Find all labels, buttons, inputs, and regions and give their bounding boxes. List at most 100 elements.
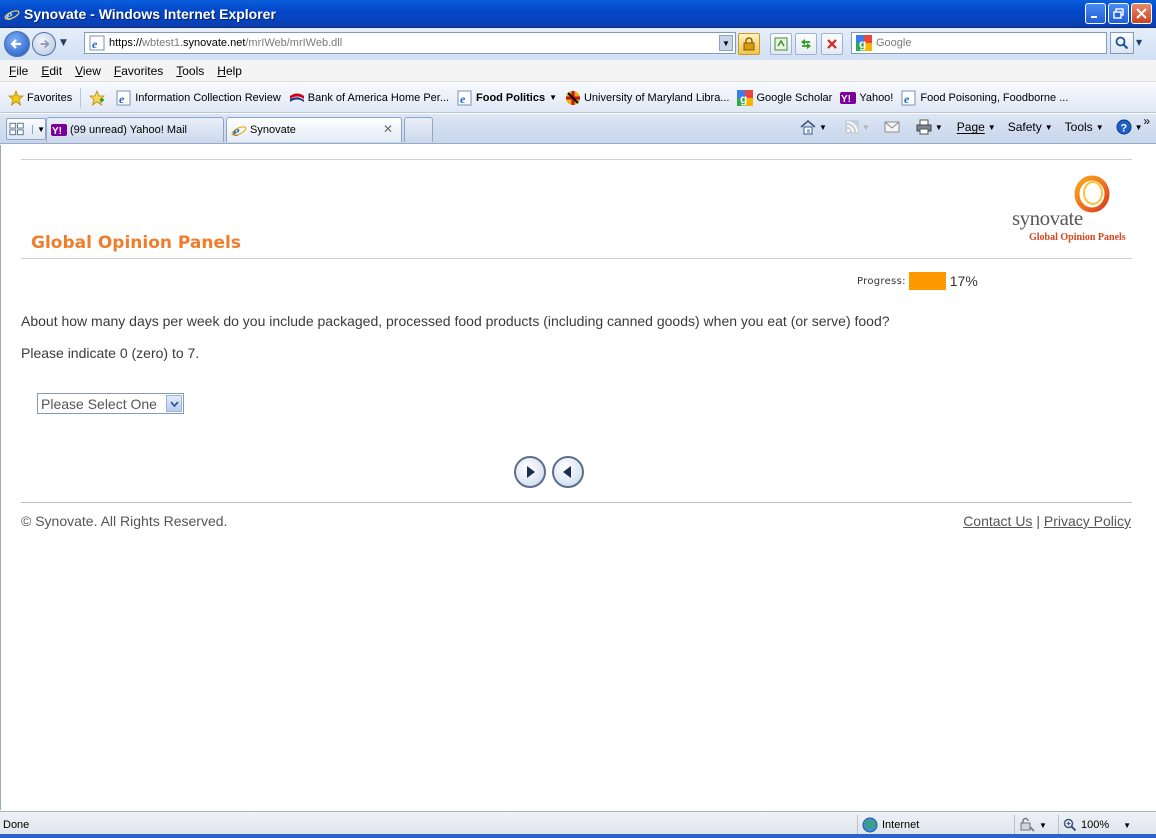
favorites-separator: [80, 87, 82, 108]
ie-page-icon: e: [457, 90, 473, 106]
yahoo-icon: Y!: [51, 122, 67, 138]
zoom-control[interactable]: 100% ▼: [1058, 815, 1150, 835]
menu-edit[interactable]: Edit: [41, 64, 62, 78]
quick-tabs-button[interactable]: ▼: [6, 118, 46, 140]
contact-us-link[interactable]: Contact Us: [963, 513, 1032, 529]
menu-view[interactable]: View: [75, 64, 101, 78]
address-bar[interactable]: e https://wbtest1.synovate.net/mrIWeb/mr…: [84, 32, 736, 54]
url-text[interactable]: https://wbtest1.synovate.net/mrIWeb/mrIW…: [109, 37, 342, 49]
survey-navigation: [514, 456, 584, 488]
help-menu-button[interactable]: ? ▼: [1116, 119, 1143, 135]
svg-text:Y!: Y!: [841, 94, 851, 105]
page-ie-icon: e: [89, 35, 105, 51]
feeds-button[interactable]: ▼: [844, 120, 870, 134]
menu-help[interactable]: Help: [217, 64, 242, 78]
address-dropdown-icon[interactable]: ▼: [719, 35, 733, 51]
chevron-down-icon: ▼: [1123, 820, 1132, 830]
close-button[interactable]: [1131, 3, 1152, 24]
protected-mode-button[interactable]: ▼: [1014, 815, 1056, 835]
close-tab-icon[interactable]: ✕: [383, 122, 393, 136]
menu-tools[interactable]: Tools: [176, 64, 204, 78]
refresh-button[interactable]: [795, 33, 817, 55]
days-per-week-select[interactable]: Please Select One: [37, 393, 184, 414]
compatibility-view-button[interactable]: [770, 33, 792, 55]
new-tab-button[interactable]: [404, 117, 433, 142]
taskbar-edge: [0, 834, 1156, 838]
ie-page-icon: e: [116, 90, 132, 106]
minimize-button[interactable]: [1085, 3, 1106, 24]
page-menu-button[interactable]: Page ▼: [957, 120, 996, 134]
chevron-down-icon: ▼: [1039, 820, 1047, 830]
page-content: Global Opinion Panels synovate Global Op…: [0, 145, 1156, 810]
read-mail-button[interactable]: [884, 120, 900, 134]
more-commands-chevron-icon[interactable]: »: [1143, 114, 1150, 128]
favorite-label: Bank of America Home Per...: [307, 91, 449, 104]
tab-list-dropdown-icon[interactable]: ▼: [32, 124, 45, 134]
favorites-label: Favorites: [27, 91, 73, 104]
svg-text:e: e: [460, 92, 466, 106]
chevron-down-icon: ▼: [549, 93, 557, 102]
restore-button[interactable]: [1108, 3, 1129, 24]
safety-menu-button[interactable]: Safety ▼: [1008, 120, 1053, 134]
favorite-link-information-collection-review[interactable]: e Information Collection Review: [116, 90, 281, 106]
page-menu-label: Page: [956, 120, 985, 134]
search-input[interactable]: g Google: [851, 32, 1107, 54]
stop-button[interactable]: [821, 33, 843, 55]
favorite-link-yahoo[interactable]: Y! Yahoo!: [840, 90, 893, 106]
survey-question: About how many days per week do you incl…: [21, 313, 890, 329]
progress-indicator: Progress: 17%: [857, 272, 978, 290]
recent-pages-dropdown-icon[interactable]: ▼: [60, 38, 67, 48]
previous-button[interactable]: [552, 456, 584, 488]
copyright-text: © Synovate. All Rights Reserved.: [21, 513, 228, 529]
menu-bar: File Edit View Favorites Tools Help: [0, 60, 1156, 82]
favorite-label: Google Scholar: [756, 91, 833, 104]
select-dropdown-button[interactable]: [166, 395, 182, 412]
chevron-down-icon: ▼: [861, 122, 870, 132]
svg-text:?: ?: [1120, 123, 1127, 135]
tab-yahoo-mail[interactable]: Y! (99 unread) Yahoo! Mail: [46, 117, 224, 142]
google-icon: g: [856, 35, 872, 51]
favorite-link-university-of-maryland[interactable]: University of Maryland Libra...: [565, 90, 729, 106]
menu-view-label: iew: [82, 63, 101, 78]
print-button[interactable]: ▼: [916, 119, 943, 135]
menu-file[interactable]: File: [9, 64, 28, 78]
privacy-policy-link[interactable]: Privacy Policy: [1044, 513, 1131, 529]
search-button[interactable]: [1110, 32, 1134, 54]
url-subdomain: wbtest1.: [142, 37, 183, 49]
add-to-favorites-bar-button[interactable]: [89, 89, 108, 106]
tools-menu-label: Tools: [1064, 120, 1093, 134]
menu-edit-label: dit: [49, 63, 63, 78]
survey-instruction: Please indicate 0 (zero) to 7.: [21, 345, 200, 361]
arrow-right-icon: [527, 466, 535, 478]
footer-links: Contact Us | Privacy Policy: [963, 513, 1131, 529]
quick-tabs-grid-icon: [9, 122, 24, 136]
favorite-link-food-poisoning[interactable]: e Food Poisoning, Foodborne ...: [901, 90, 1068, 106]
chevron-down-icon: [169, 400, 179, 407]
progress-label: Progress:: [857, 275, 906, 287]
home-button[interactable]: ▼: [800, 119, 827, 135]
tab-synovate[interactable]: e Synovate ✕: [226, 117, 402, 142]
header-divider-bottom: [21, 258, 1132, 259]
tools-menu-button[interactable]: Tools ▼: [1065, 120, 1104, 134]
chevron-down-icon: ▼: [1044, 122, 1053, 132]
forward-button[interactable]: [32, 32, 56, 56]
menu-favorites[interactable]: Favorites: [114, 64, 163, 78]
logo-wordmark: synovate: [1012, 206, 1083, 230]
favorite-link-google-scholar[interactable]: g Google Scholar: [737, 89, 833, 106]
synovate-logo: synovate Global Opinion Panels: [1009, 172, 1133, 244]
mail-icon: [884, 121, 900, 133]
favorite-link-food-politics[interactable]: e Food Politics ▼: [457, 90, 557, 106]
back-button[interactable]: [4, 31, 30, 57]
yahoo-icon: Y!: [840, 90, 857, 106]
logo-tagline: Global Opinion Panels: [1029, 232, 1126, 243]
footer-link-separator: |: [1032, 513, 1044, 529]
progress-percent: 17%: [949, 273, 978, 289]
next-button[interactable]: [514, 456, 546, 488]
window-title: Synovate - Windows Internet Explorer: [24, 5, 276, 22]
favorite-link-bank-of-america[interactable]: Bank of America Home Per...: [289, 90, 449, 106]
favorites-button[interactable]: Favorites: [8, 89, 73, 106]
minimize-icon: [1091, 16, 1097, 18]
security-lock-icon[interactable]: [738, 33, 760, 55]
search-options-dropdown-icon[interactable]: ▼: [1136, 38, 1142, 47]
security-zone[interactable]: Internet: [857, 815, 1012, 835]
